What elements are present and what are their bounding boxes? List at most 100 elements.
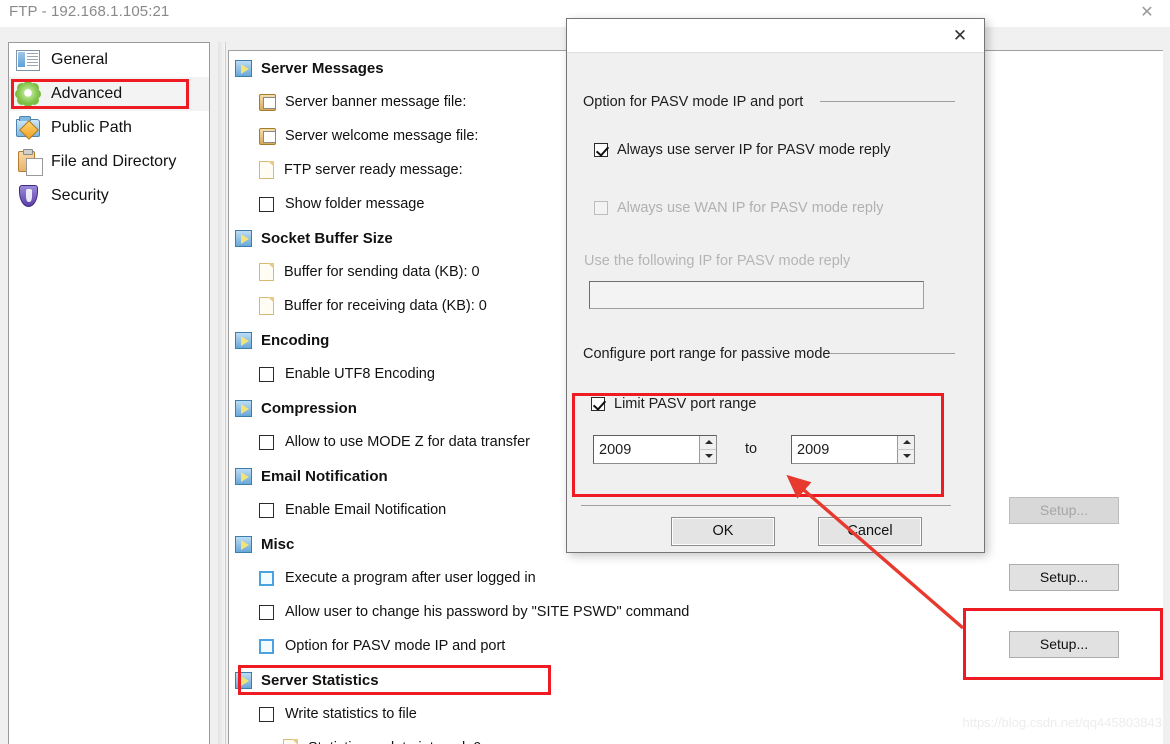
label-use-following-ip: Use the following IP for PASV mode reply bbox=[584, 253, 851, 269]
list-item-label: Allow to use MODE Z for data transfer bbox=[285, 434, 530, 450]
gear-icon bbox=[16, 81, 42, 107]
list-item-label: Buffer for sending data (KB): 0 bbox=[284, 264, 480, 280]
list-item-label: Execute a program after user logged in bbox=[285, 570, 536, 586]
spinner-down-icon[interactable] bbox=[897, 449, 914, 463]
expander-arrow-icon bbox=[235, 671, 252, 689]
sidebar-item-label: General bbox=[51, 51, 108, 68]
checkbox-unchecked-icon[interactable] bbox=[259, 196, 274, 212]
document-icon bbox=[259, 161, 274, 179]
port-from-stepper[interactable]: 2009 bbox=[593, 435, 717, 464]
list-item-label: Compression bbox=[261, 399, 357, 417]
setup-button-2[interactable]: Setup... bbox=[1009, 564, 1119, 591]
list-item-label: Misc bbox=[261, 535, 295, 553]
window-close-icon[interactable]: ✕ bbox=[1130, 2, 1164, 24]
pasv-options-dialog: ✕ Option for PASV mode IP and port Alway… bbox=[566, 18, 985, 553]
checkbox-unchecked-icon bbox=[594, 201, 608, 215]
sidebar-item-label: Advanced bbox=[51, 85, 123, 102]
setup-button-3[interactable]: Setup... bbox=[1009, 631, 1119, 658]
port-to-value[interactable]: 2009 bbox=[792, 442, 897, 458]
list-item-label: Option for PASV mode IP and port bbox=[285, 638, 506, 654]
list-item-label: Server banner message file: bbox=[285, 94, 467, 110]
groupbox-label-port-range: Configure port range for passive mode bbox=[583, 346, 838, 362]
checkbox-label: Limit PASV port range bbox=[614, 396, 757, 412]
port-from-spinner-buttons[interactable] bbox=[699, 436, 716, 463]
sidebar-item-security[interactable]: Security bbox=[9, 179, 209, 213]
settings-scrollbar[interactable] bbox=[218, 42, 226, 744]
list-item-label: Statistics update interval: 0 bbox=[308, 740, 481, 744]
list-item-label: Enable Email Notification bbox=[285, 502, 447, 518]
checkbox-unchecked-icon[interactable] bbox=[259, 570, 274, 586]
label-to: to bbox=[745, 441, 758, 457]
list-item-label: Server Messages bbox=[261, 59, 384, 77]
checkbox-always-use-wan-ip: Always use WAN IP for PASV mode reply bbox=[594, 200, 883, 216]
port-from-value[interactable]: 2009 bbox=[594, 442, 699, 458]
setup-button-1[interactable]: Setup... bbox=[1009, 497, 1119, 524]
checkbox-unchecked-icon[interactable] bbox=[259, 366, 274, 382]
expander-arrow-icon bbox=[235, 331, 252, 349]
message-file-icon bbox=[259, 93, 276, 111]
folder-icon bbox=[16, 115, 42, 141]
checkbox-checked-icon bbox=[594, 143, 608, 157]
list-item-label: Server welcome message file: bbox=[285, 128, 479, 144]
window-title: FTP - 192.168.1.105:21 bbox=[9, 3, 170, 20]
list-item-label: FTP server ready message: bbox=[284, 162, 463, 178]
dialog-body: Option for PASV mode IP and port Always … bbox=[567, 53, 984, 552]
groupbox-divider bbox=[820, 101, 955, 102]
list-item-label: Server Statistics bbox=[261, 671, 379, 689]
groupbox-label-pasv-ip-port: Option for PASV mode IP and port bbox=[583, 94, 811, 110]
checkbox-checked-icon bbox=[591, 397, 605, 411]
document-icon bbox=[283, 739, 298, 744]
cancel-button[interactable]: Cancel bbox=[818, 517, 922, 546]
checkbox-label: Always use server IP for PASV mode reply bbox=[617, 142, 891, 158]
list-item-label: Show folder message bbox=[285, 196, 425, 212]
port-to-spinner-buttons[interactable] bbox=[897, 436, 914, 463]
checkbox-unchecked-icon[interactable] bbox=[259, 434, 274, 450]
list-item-label: Buffer for receiving data (KB): 0 bbox=[284, 298, 487, 314]
dialog-titlebar: ✕ bbox=[567, 19, 984, 53]
document-icon bbox=[259, 297, 274, 315]
checkbox-unchecked-icon[interactable] bbox=[259, 706, 274, 722]
checkbox-unchecked-icon[interactable] bbox=[259, 638, 274, 654]
spinner-up-icon[interactable] bbox=[699, 436, 716, 450]
port-to-stepper[interactable]: 2009 bbox=[791, 435, 915, 464]
watermark-text: https://blog.csdn.net/qq445803843 bbox=[962, 715, 1163, 730]
sidebar-item-label: File and Directory bbox=[51, 153, 177, 170]
sidebar-item-general[interactable]: General bbox=[9, 43, 209, 77]
checkbox-unchecked-icon[interactable] bbox=[259, 502, 274, 518]
expander-arrow-icon bbox=[235, 535, 252, 553]
sidebar-item-label: Security bbox=[51, 187, 109, 204]
list-item-label: Socket Buffer Size bbox=[261, 229, 393, 247]
close-icon[interactable]: ✕ bbox=[944, 24, 976, 48]
checkbox-label: Always use WAN IP for PASV mode reply bbox=[617, 200, 884, 216]
sidebar: General Advanced Public Path File and Di… bbox=[8, 42, 210, 744]
groupbox-divider bbox=[830, 353, 955, 354]
clipboard-icon bbox=[16, 149, 43, 176]
shield-icon bbox=[16, 183, 42, 209]
expander-arrow-icon bbox=[235, 467, 252, 485]
list-item-label: Write statistics to file bbox=[285, 706, 417, 722]
ok-button[interactable]: OK bbox=[671, 517, 775, 546]
pasv-ip-input bbox=[589, 281, 924, 309]
checkbox-unchecked-icon[interactable] bbox=[259, 604, 274, 620]
list-item-site-pswd[interactable]: Allow user to change his password by "SI… bbox=[229, 595, 1163, 629]
list-group-server-statistics[interactable]: Server Statistics bbox=[229, 663, 1163, 697]
expander-arrow-icon bbox=[235, 59, 252, 77]
dialog-footer-divider bbox=[581, 505, 951, 506]
expander-arrow-icon bbox=[235, 229, 252, 247]
list-item-label: Allow user to change his password by "SI… bbox=[285, 604, 690, 620]
document-icon bbox=[259, 263, 274, 281]
sidebar-item-label: Public Path bbox=[51, 119, 132, 136]
expander-arrow-icon bbox=[235, 399, 252, 417]
checkbox-always-use-server-ip[interactable]: Always use server IP for PASV mode reply bbox=[594, 142, 890, 158]
spinner-up-icon[interactable] bbox=[897, 436, 914, 450]
message-file-icon bbox=[259, 127, 276, 145]
checkbox-limit-pasv-port-range[interactable]: Limit PASV port range bbox=[591, 396, 756, 412]
sidebar-item-advanced[interactable]: Advanced bbox=[9, 77, 209, 111]
list-item-statistics-interval[interactable]: Statistics update interval: 0 bbox=[229, 731, 1163, 744]
list-item-label: Encoding bbox=[261, 331, 330, 349]
sidebar-item-public-path[interactable]: Public Path bbox=[9, 111, 209, 145]
sidebar-item-file-and-directory[interactable]: File and Directory bbox=[9, 145, 209, 179]
spinner-down-icon[interactable] bbox=[699, 449, 716, 463]
app-root: FTP - 192.168.1.105:21 ✕ General Advance… bbox=[0, 0, 1170, 744]
document-pane-icon bbox=[16, 47, 42, 73]
